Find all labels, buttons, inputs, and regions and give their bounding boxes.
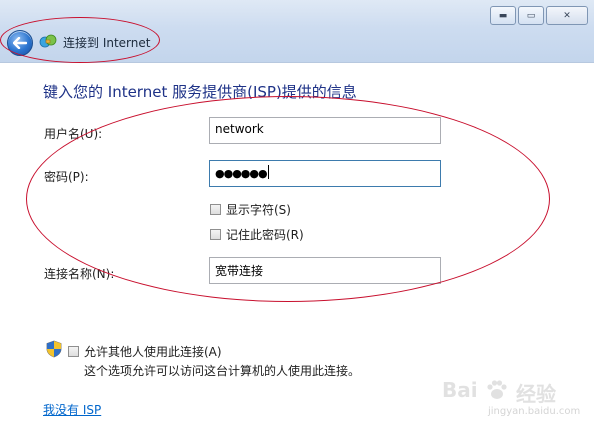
no-isp-link[interactable]: 我没有 ISP (43, 401, 101, 418)
minimize-button[interactable]: ▬ (490, 6, 516, 25)
remember-row[interactable]: 记住此密码(R) (210, 226, 304, 243)
title-bar: ▬ ▭ ✕ 连接到 Internet (0, 0, 594, 63)
password-input[interactable]: ●●●●●● (209, 160, 441, 187)
watermark-site: jingyan.baidu.com (488, 406, 581, 417)
show-chars-checkbox[interactable] (210, 204, 221, 215)
conn-name-label: 连接名称(N): (44, 267, 115, 281)
remember-checkbox[interactable] (210, 229, 221, 240)
watermark-brand-b: 经验 (516, 382, 556, 406)
back-arrow-icon (13, 37, 27, 49)
allow-others-row[interactable]: 允许其他人使用此连接(A) (68, 343, 222, 360)
paw-logo-icon (487, 380, 507, 399)
conn-name-value: 宽带连接 (215, 264, 264, 278)
text-caret (267, 165, 269, 179)
username-input[interactable]: network (209, 117, 441, 144)
back-button[interactable] (7, 30, 33, 56)
watermark-brand-a: Bai (442, 378, 478, 402)
allow-others-label: 允许其他人使用此连接(A) (84, 345, 222, 359)
page-heading: 键入您的 Internet 服务提供商(ISP)提供的信息 (43, 83, 357, 101)
username-label: 用户名(U): (44, 127, 103, 141)
allow-others-checkbox[interactable] (68, 346, 79, 357)
window-controls: ▬ ▭ ✕ (490, 6, 588, 25)
show-chars-row[interactable]: 显示字符(S) (210, 201, 291, 218)
maximize-button[interactable]: ▭ (518, 6, 544, 25)
show-chars-label: 显示字符(S) (226, 203, 291, 217)
watermark: Bai 经验 jingyan.baidu.com (436, 374, 586, 424)
remember-label: 记住此密码(R) (226, 228, 304, 242)
allow-others-description: 这个选项允许可以访问这台计算机的人使用此连接。 (84, 364, 361, 378)
password-label: 密码(P): (44, 170, 89, 184)
window-title: 连接到 Internet (63, 36, 151, 50)
uac-shield-icon (46, 340, 62, 358)
username-value: network (215, 122, 264, 136)
close-button[interactable]: ✕ (546, 6, 588, 25)
password-value: ●●●●●● (215, 167, 268, 180)
conn-name-input[interactable]: 宽带连接 (209, 257, 441, 284)
network-globe-icon (39, 34, 57, 48)
